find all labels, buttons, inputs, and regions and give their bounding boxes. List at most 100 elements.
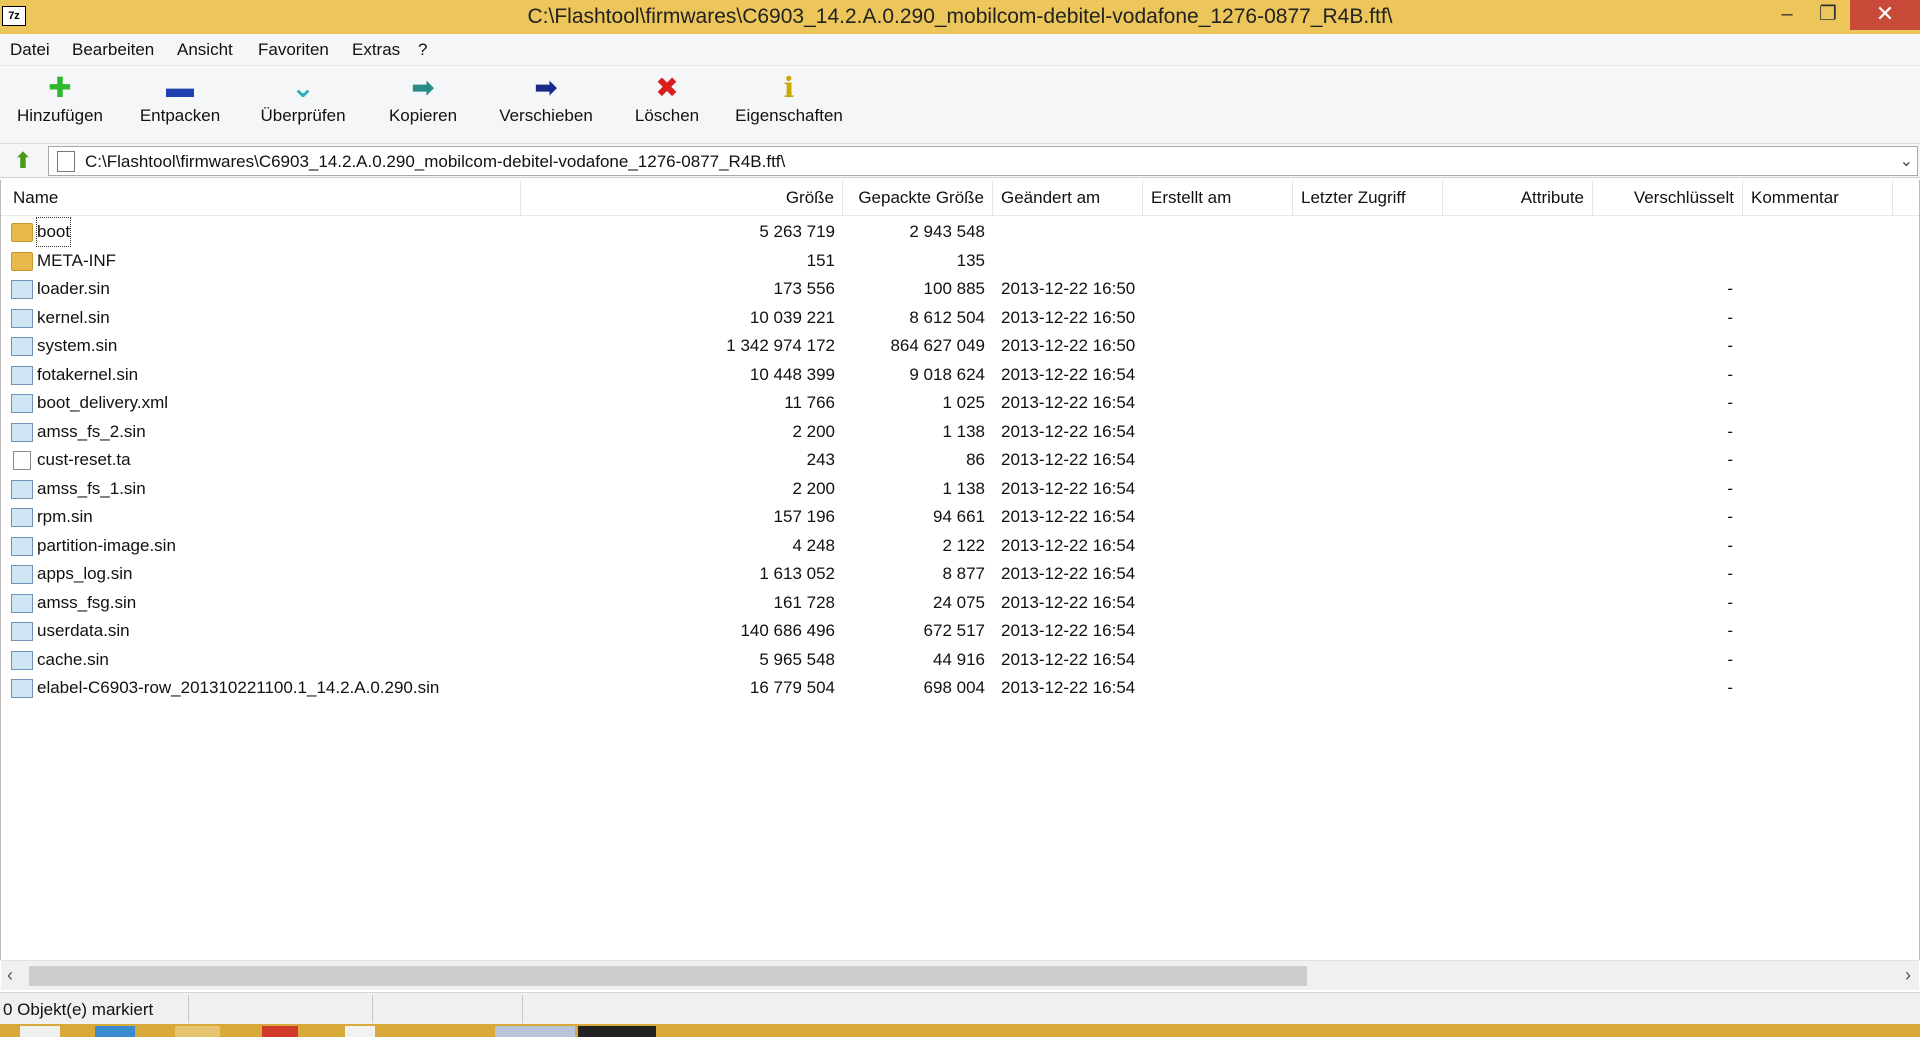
move-icon: ➡ bbox=[534, 72, 558, 103]
menu-ansicht[interactable]: Ansicht bbox=[177, 40, 233, 60]
table-row[interactable]: cache.sin 5 965 548 44 916 2013-12-22 16:54… bbox=[1, 646, 1919, 675]
cell-packed-size: 9 018 624 bbox=[909, 364, 985, 384]
cell-packed-size: 44 916 bbox=[933, 649, 985, 669]
col-size[interactable]: Größe bbox=[521, 180, 843, 216]
cell-size: 151 bbox=[806, 250, 835, 270]
table-row[interactable]: cust-reset.ta 243 86 2013-12-22 16:54 - bbox=[1, 446, 1919, 475]
table-row[interactable]: elabel-C6903-row_201310221100.1_14.2.A.0… bbox=[1, 674, 1919, 703]
table-row[interactable]: fotakernel.sin 10 448 399 9 018 624 2013-12… bbox=[1, 361, 1919, 390]
menu-bearbeiten[interactable]: Bearbeiten bbox=[72, 40, 154, 60]
menu-favoriten[interactable]: Favoriten bbox=[258, 40, 329, 60]
app-icon[interactable] bbox=[345, 1026, 375, 1037]
explorer-icon[interactable] bbox=[175, 1026, 220, 1037]
table-row[interactable]: amss_fs_2.sin 2 200 1 138 2013-12-22 16:54 - bbox=[1, 418, 1919, 447]
path-input[interactable]: C:\Flashtool\firmwares\C6903_14.2.A.0.29… bbox=[48, 146, 1918, 176]
table-row[interactable]: loader.sin 173 556 100 885 2013-12-22 16:50… bbox=[1, 275, 1919, 304]
table-row[interactable]: boot 5 263 719 2 943 548 bbox=[1, 217, 1919, 247]
list-header: Name Größe Gepackte Größe Geändert am Er… bbox=[1, 180, 1919, 216]
7zip-taskbar-icon[interactable] bbox=[578, 1026, 656, 1037]
cell-encrypted: - bbox=[1727, 336, 1733, 355]
menu-bar: Datei Bearbeiten Ansicht Favoriten Extra… bbox=[0, 34, 1920, 66]
cell-name: loader.sin bbox=[37, 279, 110, 298]
table-row[interactable]: META-INF 151 135 bbox=[1, 247, 1919, 276]
file-icon bbox=[11, 679, 33, 698]
file-icon bbox=[11, 479, 33, 499]
table-row[interactable]: kernel.sin 10 039 221 8 612 504 2013-12-22 … bbox=[1, 304, 1919, 333]
properties-button[interactable]: ℹ Eigenschaften bbox=[730, 70, 848, 140]
file-icon bbox=[11, 394, 33, 413]
menu-datei[interactable]: Datei bbox=[10, 40, 50, 60]
cell-encrypted: - bbox=[1727, 307, 1733, 327]
start-icon[interactable] bbox=[20, 1026, 60, 1037]
horizontal-scrollbar[interactable]: ‹ › bbox=[1, 960, 1919, 990]
cell-encrypted: - bbox=[1727, 621, 1733, 640]
col-name[interactable]: Name bbox=[1, 180, 521, 216]
move-button[interactable]: ➡ Verschieben bbox=[490, 70, 602, 140]
add-button[interactable]: ✚ Hinzufügen bbox=[10, 70, 110, 140]
extract-button[interactable]: ▬ Entpacken bbox=[132, 70, 228, 140]
cell-size: 4 248 bbox=[792, 535, 835, 555]
scroll-thumb[interactable] bbox=[29, 966, 1307, 986]
col-encrypted[interactable]: Verschlüsselt bbox=[1593, 180, 1743, 216]
title-bar: 7z C:\Flashtool\firmwares\C6903_14.2.A.0… bbox=[0, 0, 1920, 34]
status-bar: 0 Objekt(e) markiert bbox=[0, 992, 1920, 1024]
close-button[interactable]: ✕ bbox=[1850, 0, 1920, 30]
table-row[interactable]: amss_fsg.sin 161 728 24 075 2013-12-22 16:5… bbox=[1, 589, 1919, 618]
cell-encrypted bbox=[1593, 218, 1741, 246]
test-button[interactable]: ⌄ Überprüfen bbox=[252, 70, 354, 140]
ie-icon[interactable] bbox=[95, 1026, 135, 1037]
cell-packed-size: 1 025 bbox=[942, 393, 985, 412]
cell-modified: 2013-12-22 16:54 bbox=[1001, 450, 1136, 469]
copy-button[interactable]: ➡ Kopieren bbox=[378, 70, 468, 140]
cell-name: cache.sin bbox=[37, 649, 109, 669]
cell-encrypted: - bbox=[1727, 649, 1733, 669]
chevron-down-icon[interactable]: ⌄ bbox=[1900, 151, 1913, 171]
cell-modified: 2013-12-22 16:54 bbox=[1001, 678, 1136, 697]
col-modified[interactable]: Geändert am bbox=[993, 180, 1143, 216]
table-row[interactable]: amss_fs_1.sin 2 200 1 138 2013-12-22 16:54 - bbox=[1, 475, 1919, 504]
cell-size: 243 bbox=[806, 450, 835, 469]
cell-packed-size: 672 517 bbox=[923, 621, 985, 640]
cell-encrypted: - bbox=[1727, 393, 1733, 412]
table-row[interactable]: rpm.sin 157 196 94 661 2013-12-22 16:54 - bbox=[1, 503, 1919, 532]
cell-packed-size: 100 885 bbox=[923, 279, 985, 298]
app-icon[interactable] bbox=[495, 1026, 575, 1037]
cell-name: partition-image.sin bbox=[37, 535, 176, 555]
up-folder-icon[interactable]: ⬆ bbox=[6, 148, 40, 174]
minimize-button[interactable]: – bbox=[1768, 0, 1806, 30]
cell-encrypted: - bbox=[1727, 507, 1733, 526]
col-packed-size[interactable]: Gepackte Größe bbox=[843, 180, 993, 216]
table-row[interactable]: apps_log.sin 1 613 052 8 877 2013-12-22 16:… bbox=[1, 560, 1919, 589]
cell-encrypted: - bbox=[1727, 478, 1733, 498]
cell-modified: 2013-12-22 16:54 bbox=[1001, 564, 1136, 583]
taskbar bbox=[0, 1024, 1920, 1037]
maximize-button[interactable]: ❐ bbox=[1808, 0, 1848, 30]
cell-modified: 2013-12-22 16:54 bbox=[1001, 478, 1136, 498]
cell-size: 173 556 bbox=[773, 279, 835, 298]
file-rows: boot 5 263 719 2 943 548 META-INF 151 135 load… bbox=[1, 217, 1919, 703]
status-divider bbox=[372, 995, 373, 1023]
menu-extras[interactable]: Extras bbox=[352, 40, 400, 60]
scroll-left-icon[interactable]: ‹ bbox=[7, 965, 13, 986]
cell-encrypted: - bbox=[1727, 279, 1733, 298]
table-row[interactable]: system.sin 1 342 974 172 864 627 049 2013-1… bbox=[1, 332, 1919, 361]
delete-label: Löschen bbox=[634, 106, 700, 125]
delete-button[interactable]: ✖ Löschen bbox=[622, 70, 712, 140]
cell-packed-size: 698 004 bbox=[923, 678, 985, 697]
col-accessed[interactable]: Letzter Zugriff bbox=[1293, 180, 1443, 216]
cell-size: 1 342 974 172 bbox=[726, 336, 835, 355]
col-created[interactable]: Erstellt am bbox=[1143, 180, 1293, 216]
chrome-icon[interactable] bbox=[262, 1026, 298, 1037]
scroll-right-icon[interactable]: › bbox=[1905, 965, 1911, 986]
table-row[interactable]: boot_delivery.xml 11 766 1 025 2013-12-22 1… bbox=[1, 389, 1919, 418]
menu-help[interactable]: ? bbox=[418, 40, 427, 60]
col-comment[interactable]: Kommentar bbox=[1743, 180, 1893, 216]
col-attributes[interactable]: Attribute bbox=[1443, 180, 1593, 216]
cell-packed-size: 8 877 bbox=[942, 564, 985, 583]
info-icon: ℹ bbox=[783, 72, 795, 103]
cell-packed-size: 864 627 049 bbox=[890, 336, 985, 355]
cell-size: 161 728 bbox=[773, 592, 835, 612]
path-text: C:\Flashtool\firmwares\C6903_14.2.A.0.29… bbox=[85, 152, 786, 171]
table-row[interactable]: userdata.sin 140 686 496 672 517 2013-12-22… bbox=[1, 617, 1919, 646]
table-row[interactable]: partition-image.sin 4 248 2 122 2013-12-22 … bbox=[1, 532, 1919, 561]
